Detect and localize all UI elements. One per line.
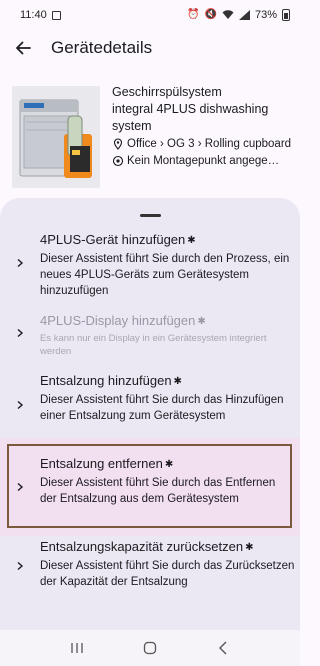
battery-level: 73% [254,9,277,21]
action-add-softener[interactable]: Entsalzung hinzufügen ✱ Dieser Assistent … [0,372,300,436]
action-title: 4PLUS-Display hinzufügen ✱ [40,313,206,328]
product-name: Geschirrspülsystem [112,85,222,99]
back-arrow-icon[interactable] [12,37,34,59]
product-location: Office › OG 3 › Rolling cupboard [127,138,292,150]
battery-icon [282,9,290,21]
action-description: Dieser Assistent führt Sie durch das Ent… [40,477,276,505]
page-title: Gerätedetails [51,38,153,57]
action-reset-softener-capacity[interactable]: Entsalzungskapazität zurücksetzen ✱ Diese… [0,538,300,598]
system-nav-bar [0,630,300,666]
home-icon [143,641,157,655]
signal-icon [238,10,250,20]
action-description: Es kann nur ein Display in ein Gerätesys… [40,333,267,357]
product-info: Geschirrspülsystem integral 4PLUS dishwa… [112,84,298,169]
product-mount-row: Kein Montagepunkt angege… [112,153,298,169]
chevron-right-icon [17,482,24,492]
action-description: Dieser Assistent führt Sie durch den Pro… [40,253,290,297]
action-title: Entsalzung entfernen ✱ [40,456,174,471]
action-title: 4PLUS-Gerät hinzufügen ✱ [40,232,196,247]
action-description: Dieser Assistent führt Sie durch das Hin… [40,394,284,422]
product-image [12,86,100,188]
product-model: integral 4PLUS dishwashing system [112,102,269,133]
app-bar: Gerätedetails [0,30,300,66]
action-description: Dieser Assistent führt Sie durch das Zur… [40,560,295,588]
location-pin-icon [113,138,123,150]
bluetooth-icon: ✱ [187,235,196,246]
bluetooth-icon: ✱ [245,542,254,553]
action-remove-softener[interactable]: Entsalzung entfernen ✱ Dieser Assistent f… [0,455,300,519]
action-add-4plus-display: 4PLUS-Display hinzufügen ✱ Es kann nur ei… [0,312,300,362]
chevron-right-icon [17,328,24,338]
product-mount: Kein Montagepunkt angege… [127,155,280,167]
bluetooth-icon: ✱ [164,459,174,470]
home-button[interactable] [138,636,162,660]
action-title: Entsalzung hinzufügen ✱ [40,373,182,388]
action-add-4plus-device[interactable]: 4PLUS-Gerät hinzufügen ✱ Dieser Assistent… [0,228,300,298]
chevron-right-icon [17,258,24,268]
back-chevron-icon [219,641,227,655]
status-time: 11:40 [20,9,47,21]
chevron-right-icon [17,561,24,571]
chevron-right-icon [17,400,24,410]
actions-bottom-sheet: 4PLUS-Gerät hinzufügen ✱ Dieser Assistent… [0,198,300,630]
alarm-icon: ⏰ [187,9,200,20]
wifi-icon [222,10,234,19]
mute-icon: 🔇 [204,9,217,20]
drag-handle[interactable] [140,214,161,217]
product-header: Geschirrspülsystem integral 4PLUS dishwa… [0,80,300,195]
back-button[interactable] [211,636,235,660]
recent-apps-button[interactable] [65,636,89,660]
product-location-row: Office › OG 3 › Rolling cupboard [112,136,298,152]
status-bar: 11:40 ⏰ 🔇 73% [0,0,300,30]
action-title: Entsalzungskapazität zurücksetzen ✱ [40,539,254,554]
bluetooth-icon: ✱ [197,316,206,327]
recent-apps-icon [71,643,83,653]
bluetooth-icon: ✱ [173,376,182,387]
target-icon [112,155,124,167]
gallery-notification-icon [51,10,61,20]
